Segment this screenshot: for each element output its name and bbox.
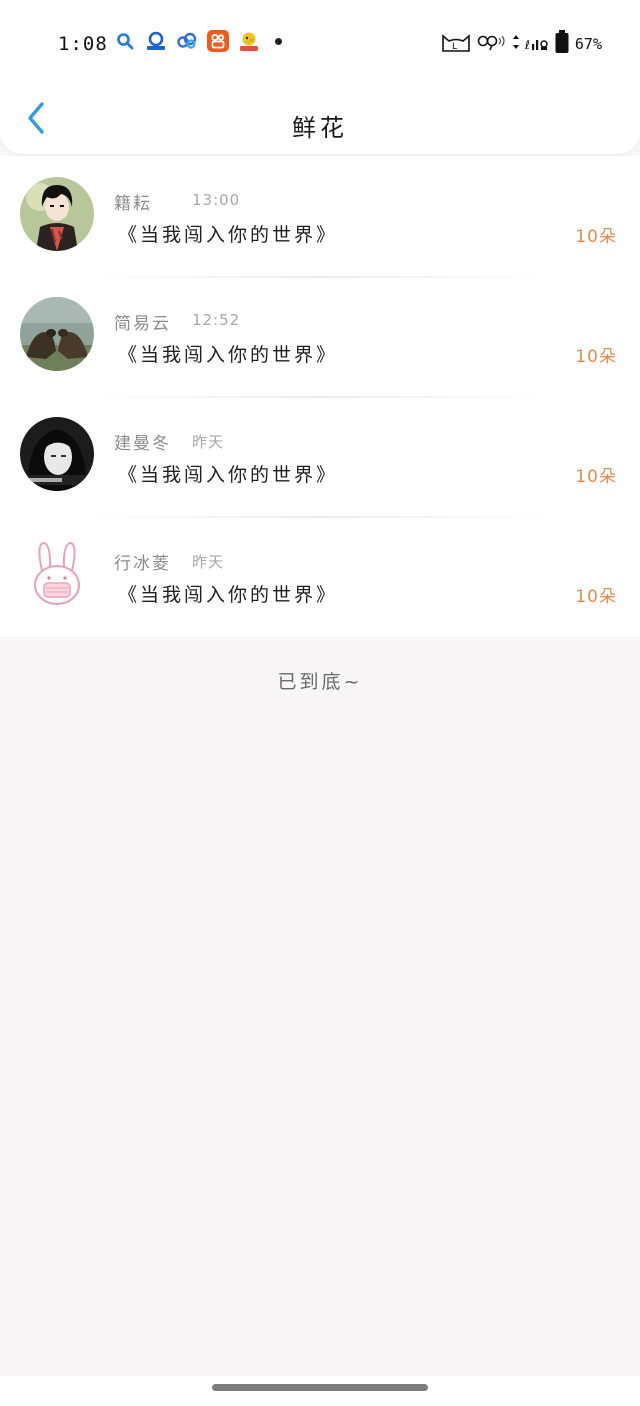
- list-item[interactable]: 籍耘 13:00 《当我闯入你的世界》 10朵: [0, 156, 640, 276]
- cat-icon: L: [440, 31, 472, 57]
- list-item[interactable]: 简易云 12:52 《当我闯入你的世界》 10朵: [0, 276, 640, 396]
- battery-icon: [554, 30, 570, 58]
- status-time: 1:08: [58, 33, 108, 55]
- status-bar: 1:08 L ℓ 67%: [0, 0, 640, 88]
- avatar: [20, 177, 94, 251]
- gesture-area: [0, 1376, 640, 1406]
- work-title: 《当我闯入你的世界》: [118, 344, 339, 366]
- notification-icons: [114, 30, 282, 52]
- signal-icon: ℓ: [524, 32, 549, 56]
- end-of-list-text: 已到底~: [277, 671, 363, 693]
- avatar: [20, 297, 94, 371]
- flower-count: 10朵: [575, 347, 617, 367]
- data-arrows-icon: [512, 33, 520, 55]
- battery-percentage: 67%: [574, 35, 602, 53]
- sender-name: 简易云: [114, 314, 171, 334]
- sender-name: 行冰菱: [114, 554, 171, 574]
- baidu-netdisk-icon: [145, 30, 167, 52]
- work-title: 《当我闯入你的世界》: [118, 584, 339, 606]
- sender-name: 建曼冬: [114, 434, 171, 454]
- work-title: 《当我闯入你的世界》: [118, 464, 339, 486]
- sent-time: 昨天: [192, 433, 225, 451]
- home-indicator[interactable]: [212, 1384, 428, 1391]
- sender-name: 籍耘: [114, 194, 152, 214]
- flower-count: 10朵: [575, 587, 617, 607]
- work-title: 《当我闯入你的世界》: [118, 224, 339, 246]
- kuaishou-icon: [207, 30, 229, 52]
- sent-time: 昨天: [192, 553, 225, 571]
- flower-count: 10朵: [575, 227, 617, 247]
- avatar: [20, 537, 94, 611]
- page-title: 鲜花: [292, 114, 348, 142]
- link-icon: [477, 33, 507, 55]
- gift-list: 籍耘 13:00 《当我闯入你的世界》 10朵 简易云 12:52 《当我闯入你…: [0, 156, 640, 636]
- flower-count: 10朵: [575, 467, 617, 487]
- avatar: [20, 417, 94, 491]
- list-item[interactable]: 行冰菱 昨天 《当我闯入你的世界》 10朵: [0, 516, 640, 636]
- system-status-icons: L ℓ 67%: [440, 30, 602, 58]
- cloud-app-icon: [176, 30, 198, 52]
- search-app-icon: [114, 30, 136, 52]
- svg-text:ℓ: ℓ: [525, 38, 530, 52]
- sent-time: 12:52: [192, 311, 241, 329]
- duck-game-icon: [238, 30, 260, 52]
- list-item[interactable]: 建曼冬 昨天 《当我闯入你的世界》 10朵: [0, 396, 640, 516]
- sent-time: 13:00: [192, 191, 241, 209]
- svg-text:L: L: [452, 42, 457, 52]
- nav-bar: 鲜花: [0, 88, 640, 154]
- notification-dot: [275, 37, 282, 45]
